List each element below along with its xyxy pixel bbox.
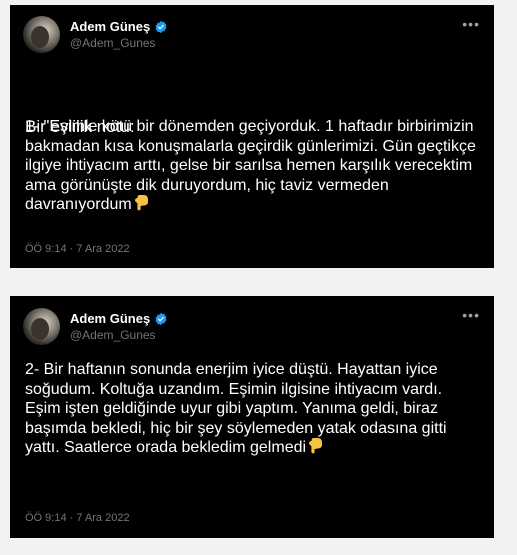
author-display-name[interactable]: Adem Güneş bbox=[70, 19, 150, 34]
verified-badge-icon bbox=[155, 20, 167, 33]
tweet-text: 2- Bir haftanın sonunda enerjim iyice dü… bbox=[25, 360, 480, 458]
tweet-timestamp[interactable]: ÖÖ 9:14 · 7 Ara 2022 bbox=[25, 243, 130, 255]
tweet-text-content: 1- "Eşimle kötü bir dönemden geçiyorduk.… bbox=[25, 118, 476, 213]
author-handle[interactable]: @Adem_Gunes bbox=[70, 328, 168, 342]
screenshot-page: Adem Güneş @Adem_Gunes ••• Bir evlilik n… bbox=[0, 0, 517, 555]
tweet-text-content: 2- Bir haftanın sonunda enerjim iyice dü… bbox=[25, 361, 447, 456]
author-handle[interactable]: @Adem_Gunes bbox=[70, 36, 168, 50]
tweet-card[interactable]: Adem Güneş @Adem_Gunes ••• Bir evlilik n… bbox=[10, 5, 494, 268]
author-info: Adem Güneş @Adem_Gunes bbox=[70, 19, 168, 50]
more-options-icon[interactable]: ••• bbox=[462, 308, 480, 322]
tweet-header: Adem Güneş @Adem_Gunes bbox=[23, 16, 168, 53]
tweet-timestamp[interactable]: ÖÖ 9:14 · 7 Ara 2022 bbox=[25, 512, 130, 524]
avatar[interactable] bbox=[23, 308, 60, 345]
tweet-card[interactable]: Adem Güneş @Adem_Gunes ••• 2- Bir haftan… bbox=[10, 296, 494, 538]
tweet-text: 1- "Eşimle kötü bir dönemden geçiyorduk.… bbox=[25, 117, 480, 215]
avatar[interactable] bbox=[23, 16, 60, 53]
pointing-down-hand-icon bbox=[309, 438, 323, 454]
author-display-name[interactable]: Adem Güneş bbox=[70, 311, 150, 326]
verified-badge-icon bbox=[155, 312, 167, 325]
tweet-header: Adem Güneş @Adem_Gunes bbox=[23, 308, 168, 345]
author-info: Adem Güneş @Adem_Gunes bbox=[70, 311, 168, 342]
more-options-icon[interactable]: ••• bbox=[462, 17, 480, 31]
pointing-down-hand-icon bbox=[134, 195, 148, 211]
